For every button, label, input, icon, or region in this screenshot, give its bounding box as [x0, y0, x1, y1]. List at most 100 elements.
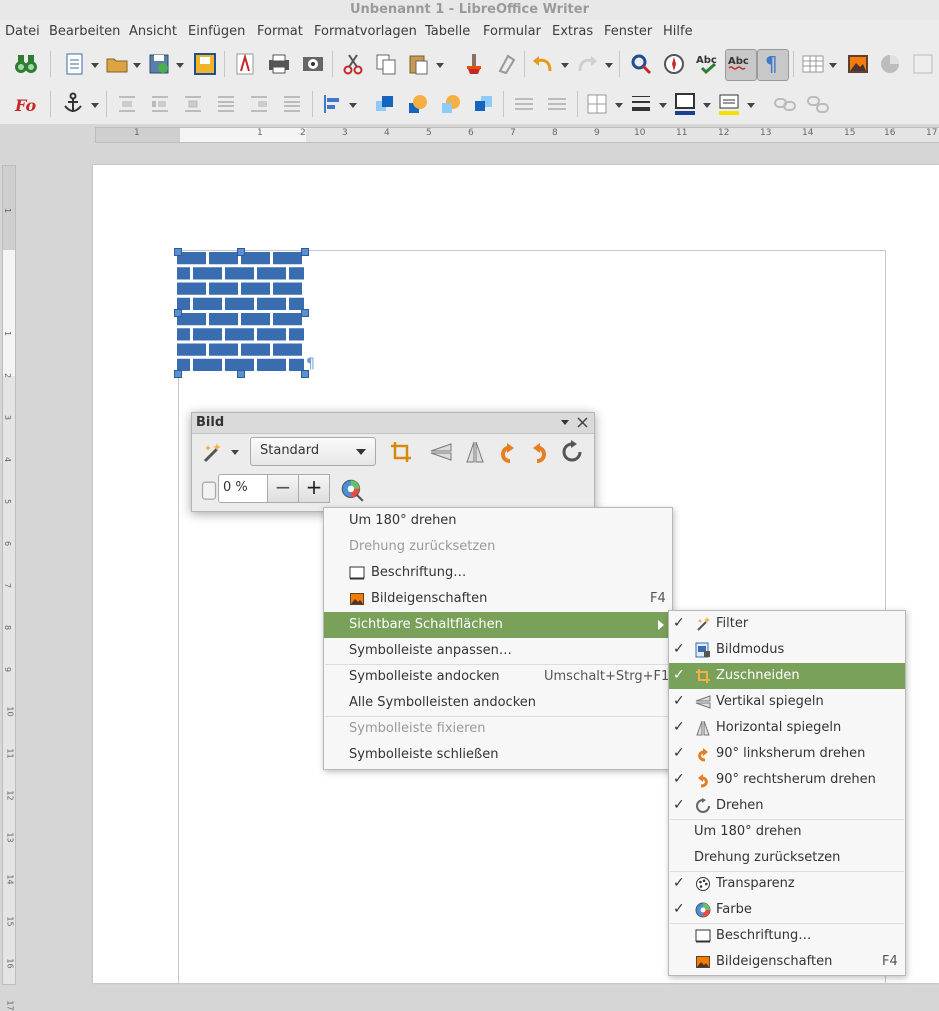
align-dropdown-icon[interactable]	[349, 103, 357, 109]
menu-bearbeiten[interactable]: Bearbeiten	[49, 24, 120, 39]
borders-dropdown-icon[interactable]	[615, 103, 623, 109]
align-objects-icon[interactable]	[320, 91, 346, 117]
find-replace-icon[interactable]	[13, 51, 39, 77]
redo-dropdown-icon[interactable]	[605, 63, 613, 69]
vertical-ruler[interactable]: 1 1 2 3 4 5 6 7 8 9 10 11 12 13 14 15 16 17	[2, 165, 16, 1011]
menu-item-caption[interactable]: Beschriftung…	[324, 560, 672, 586]
wrap-ideal-icon[interactable]	[180, 91, 206, 117]
menu-item-dock-toolbar[interactable]: Symbolleiste andocken Umschalt+Strg+F10	[324, 664, 678, 690]
submenu-item-rotate-right[interactable]: ✓ 90° rechtsherum drehen	[669, 767, 905, 793]
open-dropdown-icon[interactable]	[133, 63, 141, 69]
rotate-right-icon[interactable]	[527, 439, 553, 465]
paste-dropdown-icon[interactable]	[436, 63, 444, 69]
flip-horizontal-icon[interactable]	[462, 439, 488, 465]
back-one-icon[interactable]	[438, 91, 464, 117]
auto-spellcheck-icon[interactable]: Abc	[725, 49, 757, 81]
find-icon[interactable]	[628, 51, 654, 77]
submenu-item-rotate[interactable]: ✓ Drehen	[669, 793, 905, 819]
insert-table-icon[interactable]	[800, 51, 826, 77]
border-style-icon[interactable]	[628, 91, 654, 117]
print-preview-icon[interactable]	[300, 51, 326, 77]
wrap-left-icon[interactable]	[213, 91, 239, 117]
undo-dropdown-icon[interactable]	[561, 63, 569, 69]
anchor-dropdown-icon[interactable]	[91, 103, 99, 109]
clear-formatting-icon[interactable]	[494, 51, 520, 77]
insert-image-icon[interactable]	[845, 51, 871, 77]
resize-handle-right[interactable]	[301, 309, 309, 317]
submenu-item-crop[interactable]: ✓ Zuschneiden	[669, 663, 905, 689]
submenu-item-transparency[interactable]: ✓ Transparenz	[669, 871, 905, 897]
cut-icon[interactable]	[340, 51, 366, 77]
unlink-frames-icon[interactable]	[805, 91, 831, 117]
open-icon[interactable]	[104, 51, 130, 77]
menu-item-close-toolbar[interactable]: Symbolleiste schließen	[324, 742, 672, 768]
resize-handle-top-right[interactable]	[301, 248, 309, 256]
menu-datei[interactable]: Datei	[5, 24, 40, 39]
border-color-icon[interactable]	[672, 91, 698, 117]
crop-icon[interactable]	[388, 439, 414, 465]
submenu-item-caption[interactable]: Beschriftung…	[669, 923, 905, 949]
border-color-dropdown-icon[interactable]	[703, 103, 711, 109]
send-to-back-icon[interactable]	[471, 91, 497, 117]
menu-item-customize-toolbar[interactable]: Symbolleiste anpassen…	[324, 638, 672, 664]
menu-formular[interactable]: Formular	[483, 24, 541, 39]
insert-chart-icon[interactable]	[877, 51, 903, 77]
menu-item-dock-all-toolbars[interactable]: Alle Symbolleisten andocken	[324, 690, 672, 716]
filter-icon[interactable]	[199, 439, 225, 465]
increase-button[interactable]: +	[298, 474, 330, 503]
fontwork-icon[interactable]: Fo	[13, 91, 39, 117]
save-dropdown-icon[interactable]	[176, 63, 184, 69]
graphic-mode-select[interactable]: Standard	[250, 437, 376, 466]
menu-formatvorlagen[interactable]: Formatvorlagen	[314, 24, 417, 39]
rotate-left-icon[interactable]	[494, 439, 520, 465]
resize-handle-top[interactable]	[237, 248, 245, 256]
insert-textbox-icon[interactable]	[910, 51, 936, 77]
wrap-page-icon[interactable]	[147, 91, 173, 117]
link-frames-icon[interactable]	[772, 91, 798, 117]
flip-vertical-icon[interactable]	[428, 439, 454, 465]
navigator-icon[interactable]	[661, 51, 687, 77]
new-document-icon[interactable]	[62, 51, 88, 77]
image-toolbar-titlebar[interactable]: Bild	[192, 413, 594, 434]
new-dropdown-icon[interactable]	[91, 63, 99, 69]
menu-hilfe[interactable]: Hilfe	[663, 24, 693, 39]
bring-to-front-icon[interactable]	[372, 91, 398, 117]
background-color-icon[interactable]	[716, 91, 742, 117]
menu-fenster[interactable]: Fenster	[604, 24, 652, 39]
submenu-item-flip-vertical[interactable]: ✓ Vertikal spiegeln	[669, 689, 905, 715]
toolbar-menu-arrow-icon[interactable]	[561, 420, 569, 425]
table-dropdown-icon[interactable]	[829, 63, 837, 69]
menu-tabelle[interactable]: Tabelle	[425, 24, 470, 39]
to-background-icon[interactable]	[544, 91, 570, 117]
menu-item-image-properties[interactable]: Bildeigenschaften F4	[324, 586, 672, 612]
resize-handle-left[interactable]	[174, 309, 182, 317]
redo-icon[interactable]	[574, 51, 600, 77]
anchor-icon[interactable]	[60, 91, 86, 117]
rotate-icon[interactable]	[559, 439, 585, 465]
menu-item-rotate-180[interactable]: Um 180° drehen	[324, 508, 672, 534]
border-style-dropdown-icon[interactable]	[659, 103, 667, 109]
transparency-input[interactable]: 0 %	[218, 474, 268, 503]
menu-einfuegen[interactable]: Einfügen	[188, 24, 245, 39]
print-icon[interactable]	[266, 51, 292, 77]
resize-handle-bottom-left[interactable]	[174, 370, 182, 378]
submenu-item-color[interactable]: ✓ Farbe	[669, 897, 905, 923]
submenu-item-rotate-180[interactable]: Um 180° drehen	[669, 819, 905, 845]
save-icon[interactable]	[146, 51, 172, 77]
selected-image[interactable]	[177, 251, 304, 373]
color-icon[interactable]	[339, 477, 364, 502]
submenu-item-reset-rotation[interactable]: Drehung zurücksetzen	[669, 845, 905, 871]
copy-icon[interactable]	[373, 51, 399, 77]
borders-icon[interactable]	[584, 91, 610, 117]
horizontal-ruler[interactable]: 1123456789101112131415161718	[95, 127, 939, 143]
close-icon[interactable]	[577, 417, 588, 428]
background-color-dropdown-icon[interactable]	[747, 103, 755, 109]
decrease-button[interactable]: −	[267, 474, 299, 503]
spellcheck-icon[interactable]: Abc	[694, 51, 720, 77]
to-foreground-icon[interactable]	[511, 91, 537, 117]
submenu-item-filter[interactable]: ✓ Filter	[669, 611, 905, 637]
wrap-through-icon[interactable]	[279, 91, 305, 117]
resize-handle-top-left[interactable]	[174, 248, 182, 256]
filter-dropdown-icon[interactable]	[231, 450, 239, 455]
paste-icon[interactable]	[405, 51, 431, 77]
